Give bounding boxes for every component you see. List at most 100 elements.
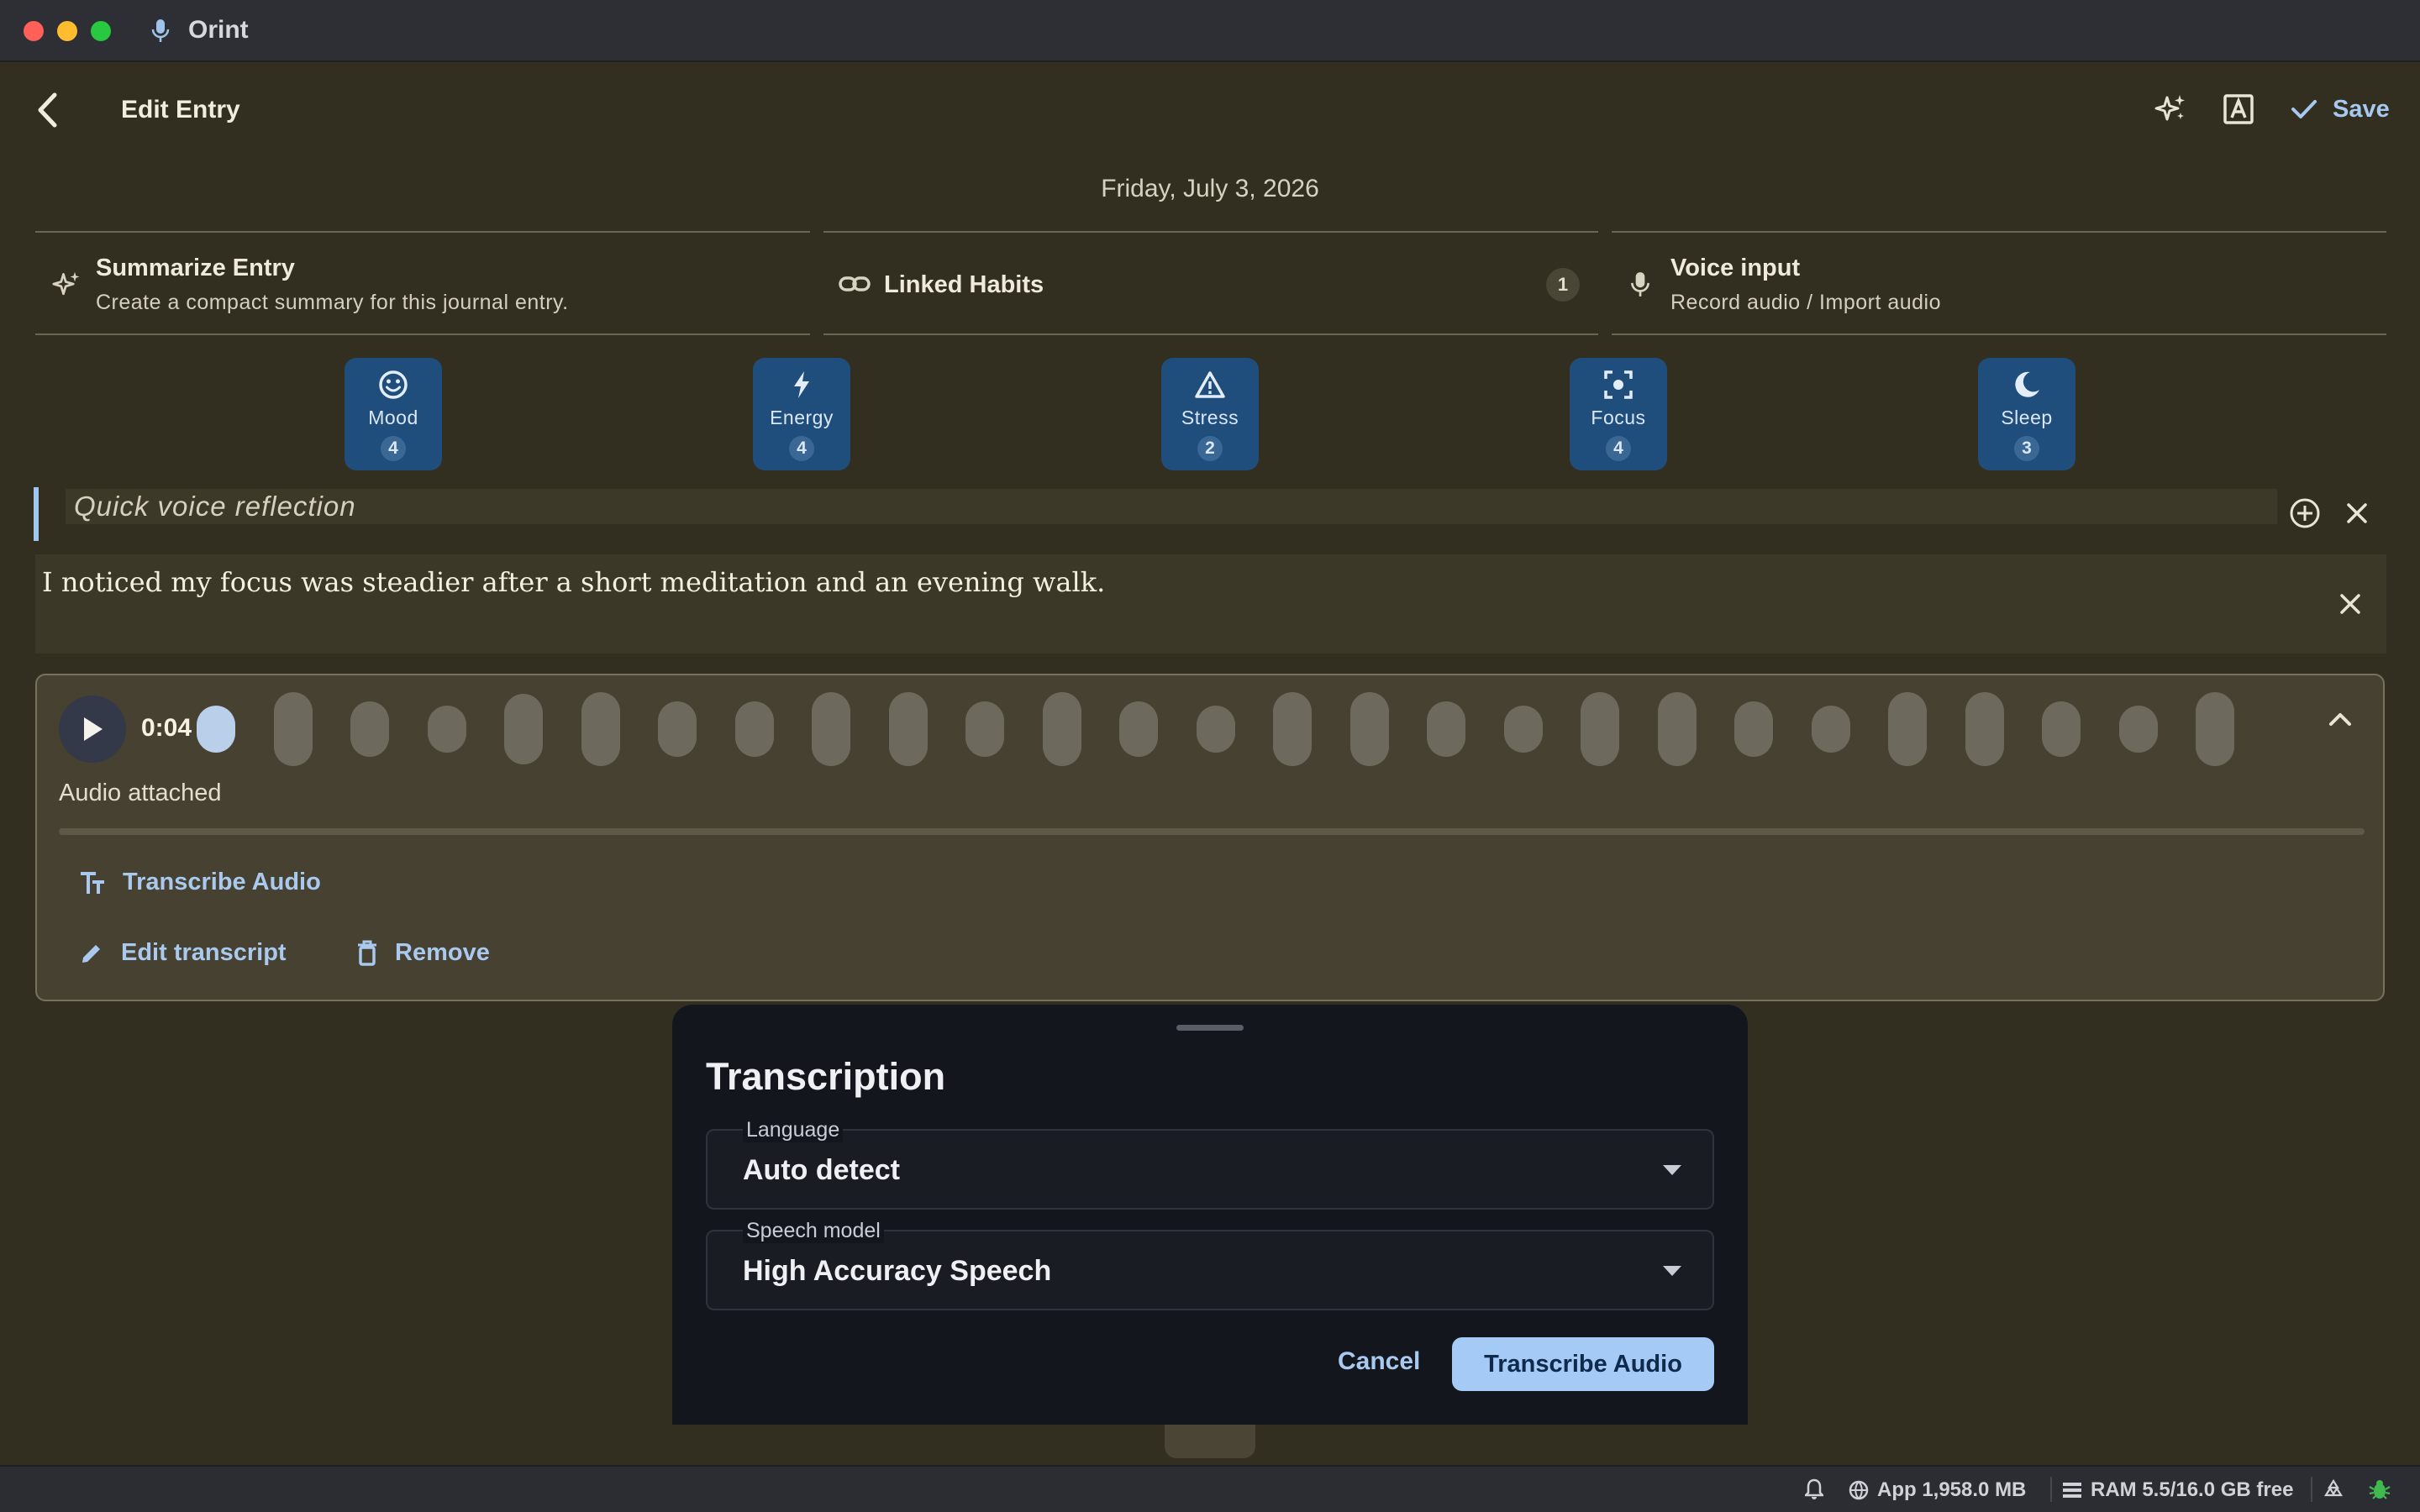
- sheet-drag-handle[interactable]: [1176, 1025, 1244, 1031]
- remove-audio-button[interactable]: Remove: [356, 939, 490, 967]
- speech-model-select[interactable]: Speech model High Accuracy Speech: [706, 1218, 1714, 1310]
- close-icon: [2347, 503, 2367, 523]
- remove-label: Remove: [395, 939, 490, 966]
- chevron-left-icon: [38, 92, 57, 128]
- window-titlebar: Orint: [0, 0, 2420, 62]
- save-button[interactable]: Save: [2291, 89, 2390, 129]
- trash-icon: [358, 940, 376, 966]
- zoom-window-button[interactable]: [91, 21, 111, 41]
- moon-icon: [2012, 370, 2042, 400]
- waveform-bar: [1273, 692, 1312, 766]
- waveform-bar: [1581, 692, 1619, 766]
- dropdown-arrow-icon: [1662, 1164, 1682, 1176]
- title-accent-bar: [34, 487, 39, 541]
- waveform-bar: [581, 692, 620, 766]
- metric-value: 4: [381, 436, 406, 461]
- microphone-icon: [151, 18, 170, 44]
- waveform-bar: [1657, 692, 1697, 766]
- add-button[interactable]: [2287, 496, 2323, 531]
- language-select[interactable]: Language Auto detect: [706, 1117, 1714, 1210]
- edit-transcript-label: Edit transcript: [121, 939, 287, 966]
- play-icon: [84, 717, 103, 741]
- waveform-bar: [965, 701, 1004, 757]
- audio-waveform[interactable]: [197, 689, 2314, 769]
- entry-title-input[interactable]: Quick voice reflection: [66, 489, 2277, 524]
- recycle-button[interactable]: [2323, 1478, 2344, 1500]
- status-separator: [2311, 1477, 2312, 1502]
- text-fields-icon: [81, 871, 104, 894]
- sheet-title: Transcription: [706, 1055, 946, 1098]
- voice-input-subtitle: Record audio / Import audio: [1670, 291, 1942, 314]
- metric-mood[interactable]: Mood 4: [345, 358, 442, 470]
- font-format-icon: [2223, 94, 2254, 124]
- app-memory-indicator: App 1,958.0 MB: [1849, 1478, 2026, 1502]
- metric-label: Mood: [368, 407, 418, 428]
- back-button[interactable]: [30, 89, 64, 131]
- voice-input-title: Voice input: [1670, 255, 1801, 281]
- microphone-icon: [1630, 271, 1650, 298]
- voice-input-card[interactable]: Voice input Record audio / Import audio: [1612, 231, 2386, 335]
- chevron-up-icon: [2329, 713, 2351, 726]
- dropdown-arrow-icon: [1662, 1265, 1682, 1277]
- collapse-button[interactable]: [2328, 711, 2353, 727]
- entry-body-content: I noticed my focus was steadier after a …: [42, 566, 1106, 598]
- waveform-bar: [1349, 692, 1389, 766]
- status-bar: App 1,958.0 MB RAM 5.5/16.0 GB free: [0, 1465, 2420, 1512]
- play-button[interactable]: [59, 696, 126, 763]
- transcribe-audio-label: Transcribe Audio: [123, 869, 321, 895]
- ai-sparkle-button[interactable]: [2153, 91, 2190, 128]
- link-icon: [839, 271, 871, 297]
- checkmark-icon: [2291, 100, 2317, 118]
- audio-progress-bar[interactable]: [59, 828, 2365, 835]
- transcribe-audio-button[interactable]: Transcribe Audio: [79, 869, 321, 896]
- clear-title-button[interactable]: [2343, 499, 2371, 528]
- language-value: Auto detect: [743, 1154, 900, 1186]
- close-icon: [2340, 594, 2360, 614]
- habits-count-badge: 1: [1546, 268, 1580, 302]
- page-title: Edit Entry: [121, 96, 240, 123]
- text-format-button[interactable]: [2220, 91, 2257, 128]
- metric-focus[interactable]: Focus 4: [1570, 358, 1667, 470]
- summarize-entry-card[interactable]: Summarize Entry Create a compact summary…: [35, 231, 810, 335]
- confirm-transcribe-button[interactable]: Transcribe Audio: [1452, 1337, 1714, 1391]
- bug-button[interactable]: [2368, 1478, 2391, 1500]
- waveform-bar: [1811, 706, 1850, 753]
- status-separator: [2050, 1477, 2052, 1502]
- linked-habits-card[interactable]: Linked Habits 1: [823, 231, 1598, 335]
- waveform-bar: [1196, 706, 1235, 753]
- metric-stress[interactable]: Stress 2: [1161, 358, 1259, 470]
- transcription-sheet: Transcription Language Auto detect Speec…: [672, 1005, 1748, 1425]
- speech-model-value: High Accuracy Speech: [743, 1255, 1052, 1287]
- close-window-button[interactable]: [24, 21, 44, 41]
- waveform-bar: [427, 706, 466, 753]
- app-memory-text: App 1,958.0 MB: [1877, 1478, 2027, 1501]
- globe-icon: [1849, 1480, 1869, 1500]
- metric-sleep[interactable]: Sleep 3: [1978, 358, 2075, 470]
- clear-body-button[interactable]: [2336, 590, 2365, 618]
- save-label: Save: [2333, 95, 2390, 123]
- entry-date: Friday, July 3, 2026: [1101, 175, 1319, 202]
- bug-icon: [2369, 1480, 2391, 1499]
- waveform-bar: [504, 694, 543, 764]
- entry-body-text[interactable]: I noticed my focus was steadier after a …: [35, 554, 2386, 654]
- storage-icon: [2063, 1483, 2081, 1498]
- waveform-bar: [2042, 701, 2081, 757]
- cancel-button[interactable]: Cancel: [1338, 1347, 1420, 1376]
- focus-icon: [1603, 370, 1634, 400]
- metric-energy[interactable]: Energy 4: [753, 358, 850, 470]
- bottom-sheet-peek-tab[interactable]: [1165, 1425, 1255, 1458]
- waveform-bar: [197, 706, 235, 753]
- sparkle-icon: [52, 270, 82, 300]
- metric-label: Focus: [1591, 407, 1646, 428]
- edit-transcript-button[interactable]: Edit transcript: [79, 939, 287, 967]
- metric-value: 2: [1197, 436, 1223, 461]
- metric-value: 3: [2014, 436, 2039, 461]
- summarize-title: Summarize Entry: [96, 255, 295, 281]
- waveform-bar: [1888, 692, 1927, 766]
- metric-value: 4: [789, 436, 814, 461]
- bolt-icon: [786, 370, 817, 400]
- notifications-button[interactable]: [1805, 1478, 1823, 1500]
- minimize-window-button[interactable]: [57, 21, 77, 41]
- audio-attachment-card: 0:04 Audio attached Transcribe Audio Edi…: [35, 674, 2385, 1001]
- add-circle-icon: [2290, 498, 2320, 528]
